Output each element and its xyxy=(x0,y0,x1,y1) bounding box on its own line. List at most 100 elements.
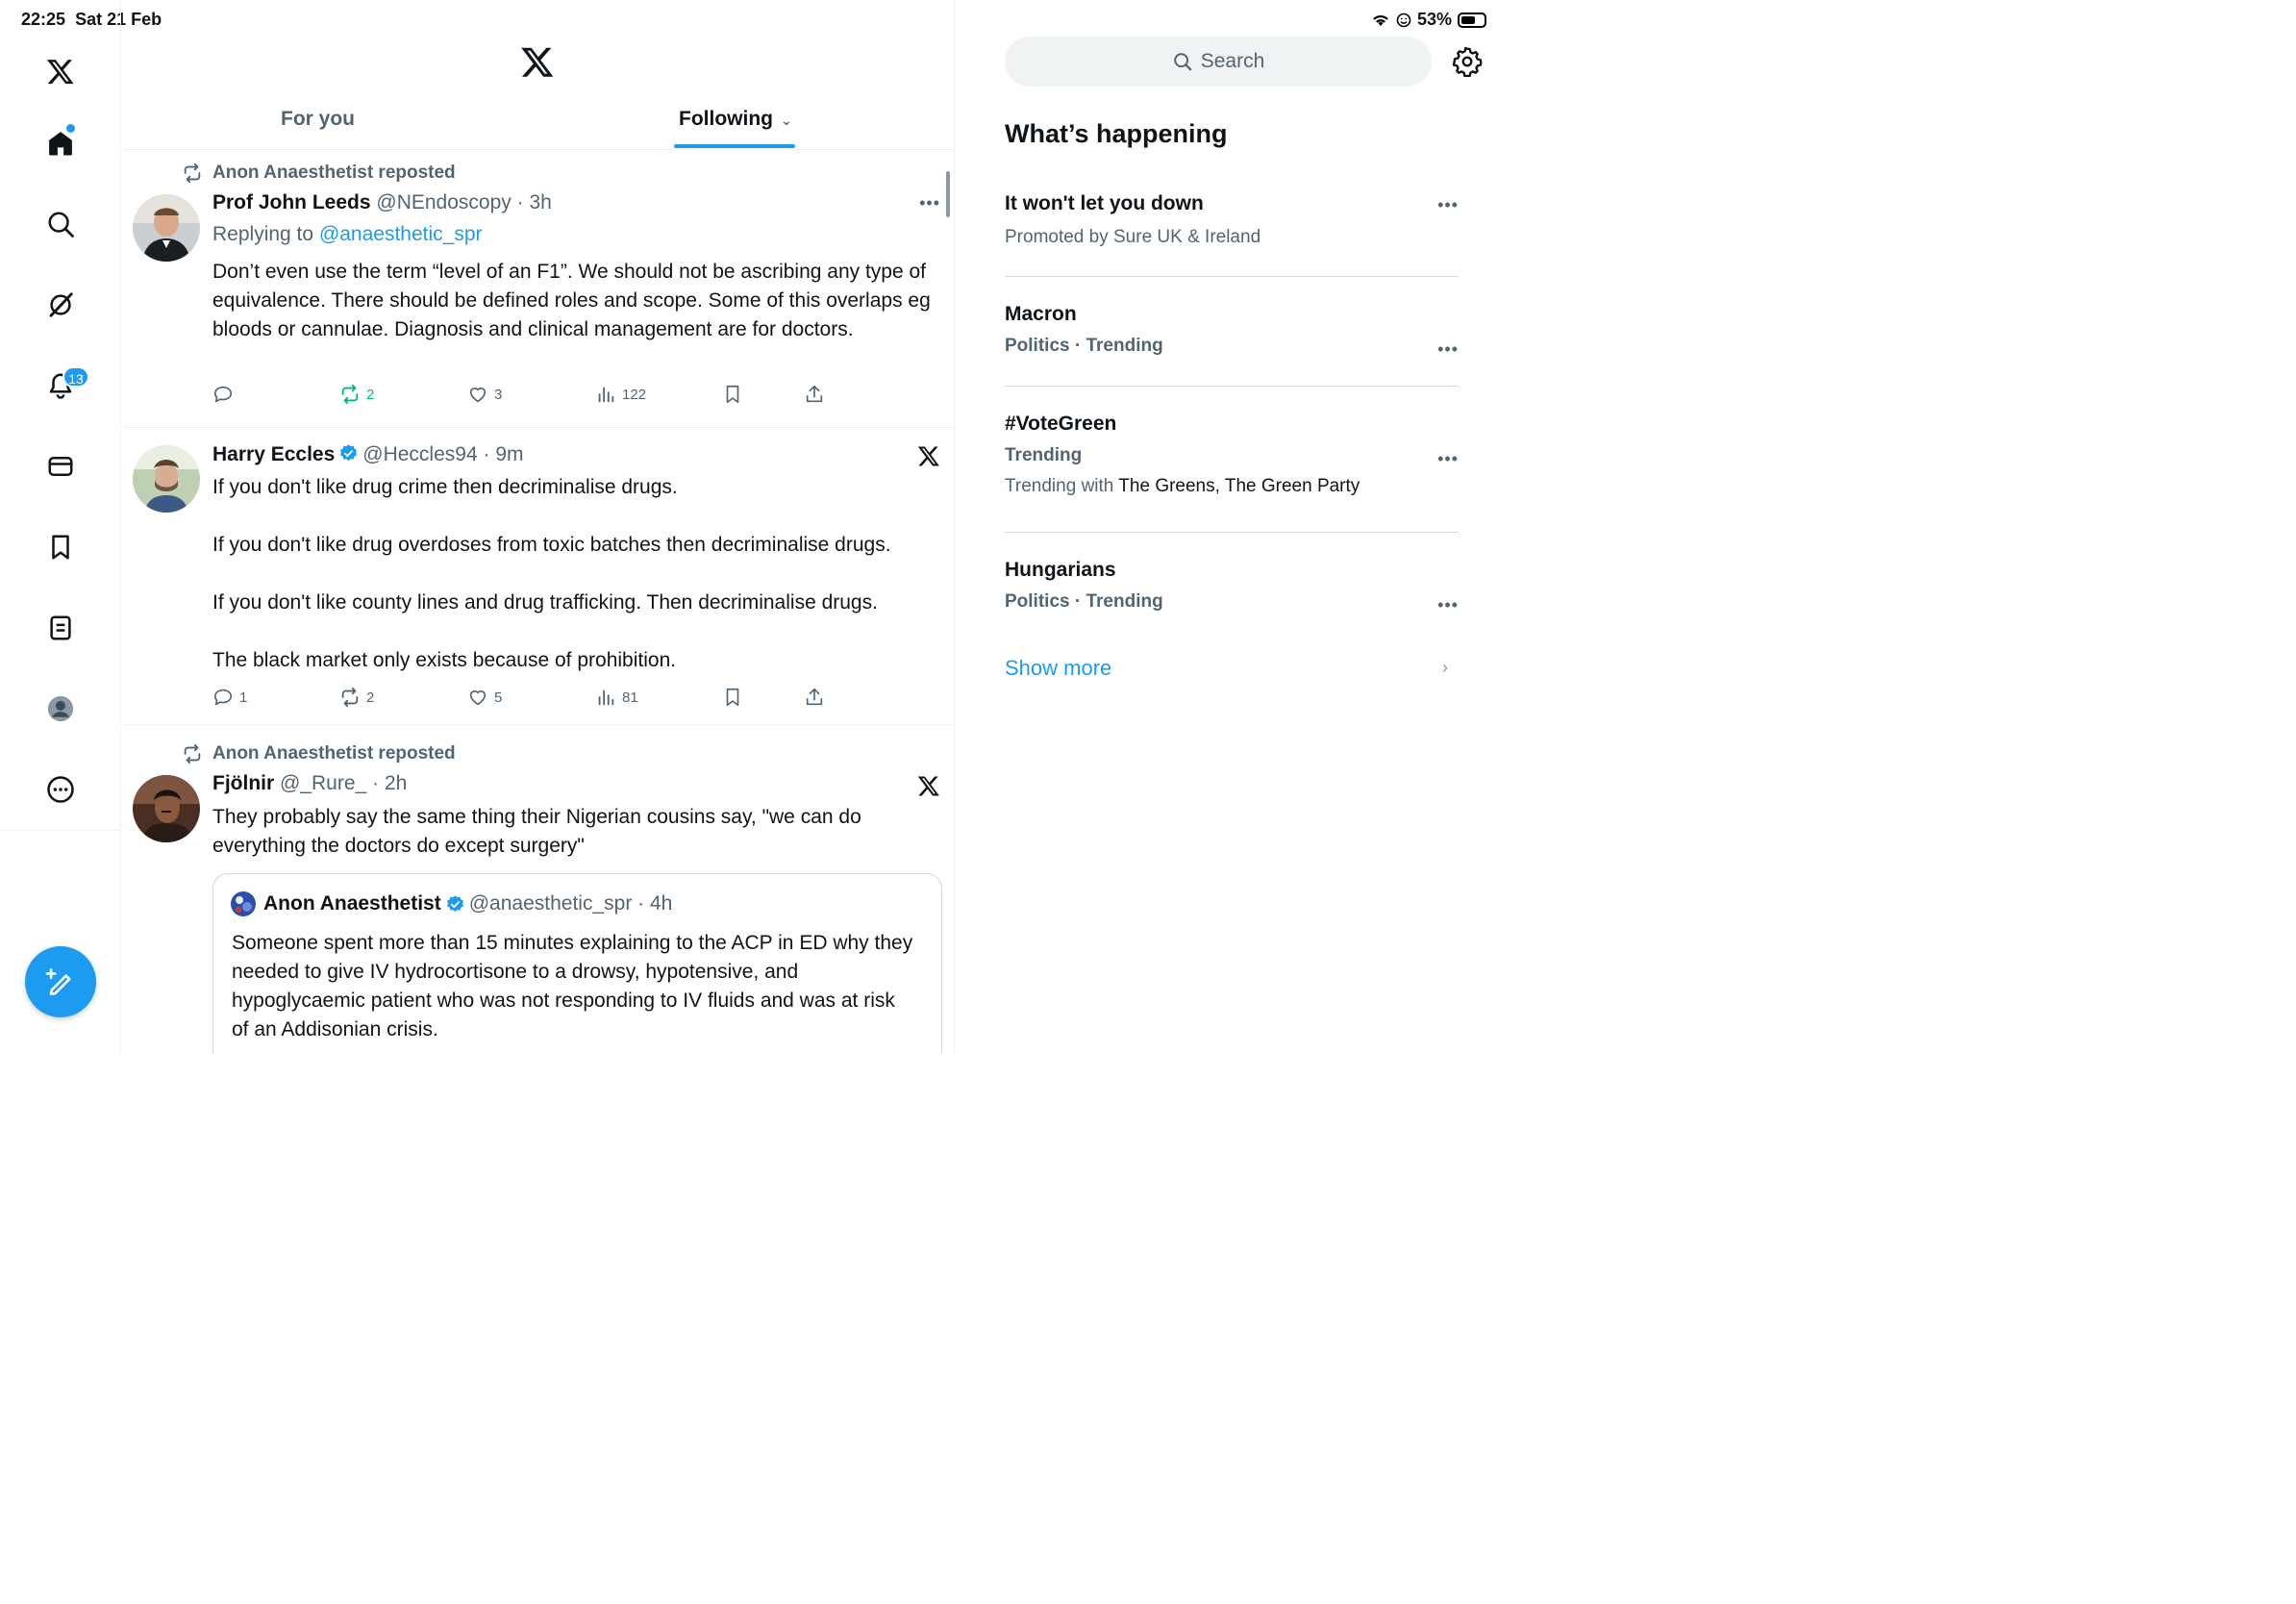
post-time[interactable]: 3h xyxy=(529,191,551,213)
trend-more-icon[interactable]: ••• xyxy=(1437,449,1459,469)
quote-text: Someone spent more than 15 minutes expla… xyxy=(232,932,913,1040)
bookmark-icon xyxy=(726,385,739,404)
quote-avatar xyxy=(231,891,256,916)
post-time[interactable]: 9m xyxy=(495,443,523,465)
bookmark-icon[interactable] xyxy=(41,528,80,566)
post-actions: 1 2 5 81 xyxy=(212,687,837,715)
repost-icon xyxy=(341,384,359,405)
bookmark-icon xyxy=(726,688,739,707)
trend-more-icon[interactable]: ••• xyxy=(1437,195,1459,215)
trend-more-icon[interactable]: ••• xyxy=(1437,339,1459,360)
divider xyxy=(1005,386,1459,387)
trend-item[interactable]: #VoteGreen Trending Trending with The Gr… xyxy=(1005,413,1459,497)
bookmark-button[interactable] xyxy=(722,384,743,405)
repost-indicator: Anon Anaesthetist reposted xyxy=(182,163,456,184)
author-name[interactable]: Prof John Leeds xyxy=(212,191,371,213)
reply-button[interactable]: 1 xyxy=(212,687,247,708)
post[interactable]: Anon Anaesthetist reposted Prof John Lee… xyxy=(122,151,954,428)
post-more-icon[interactable]: ••• xyxy=(919,193,940,213)
right-sidebar: Search What’s happening It won't let you… xyxy=(961,0,1508,1053)
x-logo-icon xyxy=(917,446,939,466)
trend-item[interactable]: Hungarians Politics · Trending ••• xyxy=(1005,559,1459,615)
chevron-down-icon: ⌄ xyxy=(780,113,792,128)
replying-to: Replying to @anaesthetic_spr xyxy=(212,223,483,245)
reply-icon xyxy=(213,689,233,706)
avatar[interactable] xyxy=(133,445,200,513)
like-button[interactable]: 5 xyxy=(467,687,502,708)
active-tab-indicator xyxy=(674,144,795,148)
more-options-icon[interactable] xyxy=(41,770,80,809)
grok-icon[interactable] xyxy=(41,286,80,324)
post[interactable]: Harry Eccles @Heccles94 · 9m If you don't… xyxy=(122,429,954,725)
repost-button[interactable]: 2 xyxy=(339,384,374,405)
author-handle[interactable]: @_Rure_ xyxy=(280,772,366,794)
divider xyxy=(1005,532,1459,533)
post-text: They probably say the same thing their N… xyxy=(212,806,861,857)
post-text: Don’t even use the term “level of an F1”… xyxy=(212,261,931,340)
post-time[interactable]: 2h xyxy=(385,772,407,794)
search-icon[interactable] xyxy=(41,205,80,243)
profile-avatar-icon[interactable] xyxy=(41,689,80,728)
avatar[interactable] xyxy=(133,194,200,262)
repost-icon xyxy=(184,743,201,764)
post-header: Harry Eccles @Heccles94 · 9m xyxy=(212,443,524,465)
quote-header: Anon Anaesthetist @anaesthetic_spr · 4h xyxy=(231,891,672,916)
home-unread-dot xyxy=(66,124,75,133)
repost-icon xyxy=(341,687,359,708)
x-logo-icon[interactable] xyxy=(41,52,80,90)
verified-badge-icon xyxy=(446,894,463,912)
trending-with: Trending with The Greens, The Green Part… xyxy=(1005,476,1360,496)
post-text: If you don't like drug crime then decrim… xyxy=(212,476,891,671)
x-logo-icon xyxy=(917,776,939,796)
heart-icon xyxy=(469,690,487,706)
repost-indicator: Anon Anaesthetist reposted xyxy=(182,743,456,764)
views-button[interactable]: 122 xyxy=(595,384,646,405)
settings-gear-icon[interactable] xyxy=(1452,46,1483,77)
share-button[interactable] xyxy=(804,384,825,405)
share-button[interactable] xyxy=(804,687,825,708)
avatar[interactable] xyxy=(133,775,200,842)
author-handle[interactable]: @NEndoscopy xyxy=(376,191,511,213)
heart-icon xyxy=(469,388,487,403)
quoted-post[interactable]: Anon Anaesthetist @anaesthetic_spr · 4h S… xyxy=(212,873,942,1053)
search-input[interactable]: Search xyxy=(1005,37,1432,87)
compose-icon xyxy=(45,967,71,996)
timeline-tabs: For you Following ⌄ xyxy=(122,96,954,150)
quote-handle[interactable]: @anaesthetic_spr xyxy=(469,892,633,915)
verified-badge-icon xyxy=(340,444,358,461)
post-header: Prof John Leeds @NEndoscopy · 3h xyxy=(212,191,552,213)
notifications-badge: 13 xyxy=(62,366,89,388)
repost-icon xyxy=(184,163,201,184)
show-more-link[interactable]: Show more xyxy=(1005,656,1111,681)
quote-time[interactable]: 4h xyxy=(650,892,672,915)
nav-divider xyxy=(0,830,121,831)
trend-more-icon[interactable]: ••• xyxy=(1437,595,1459,615)
tab-following[interactable]: Following ⌄ xyxy=(679,108,792,131)
author-name[interactable]: Fjölnir xyxy=(212,772,274,794)
replying-to-link[interactable]: @anaesthetic_spr xyxy=(319,223,483,245)
tab-for-you[interactable]: For you xyxy=(281,108,355,131)
trend-item[interactable]: It won't let you down Promoted by Sure U… xyxy=(1005,192,1459,248)
lists-icon[interactable] xyxy=(41,609,80,647)
trend-item[interactable]: Macron Politics · Trending ••• xyxy=(1005,303,1459,360)
divider xyxy=(1005,276,1459,277)
like-button[interactable]: 3 xyxy=(467,384,502,405)
author-name[interactable]: Harry Eccles xyxy=(212,443,335,465)
repost-button[interactable]: 2 xyxy=(339,687,374,708)
quote-author[interactable]: Anon Anaesthetist xyxy=(263,892,441,915)
bookmark-button[interactable] xyxy=(722,687,743,708)
share-icon xyxy=(806,385,823,403)
analytics-icon xyxy=(598,387,614,403)
x-logo-icon[interactable] xyxy=(520,44,555,79)
reply-button[interactable] xyxy=(212,384,239,405)
author-handle[interactable]: @Heccles94 xyxy=(362,443,477,465)
post[interactable]: Anon Anaesthetist reposted Fjölnir @_Rur… xyxy=(122,726,954,1053)
post-header: Fjölnir @_Rure_ · 2h xyxy=(212,772,408,794)
post-actions: 2 3 122 xyxy=(212,384,837,413)
mail-icon[interactable] xyxy=(41,447,80,486)
reply-icon xyxy=(213,386,233,403)
compose-button[interactable] xyxy=(25,946,96,1017)
left-navigation: 13 xyxy=(0,0,121,1053)
whats-happening-title: What’s happening xyxy=(1005,119,1228,148)
views-button[interactable]: 81 xyxy=(595,687,638,708)
